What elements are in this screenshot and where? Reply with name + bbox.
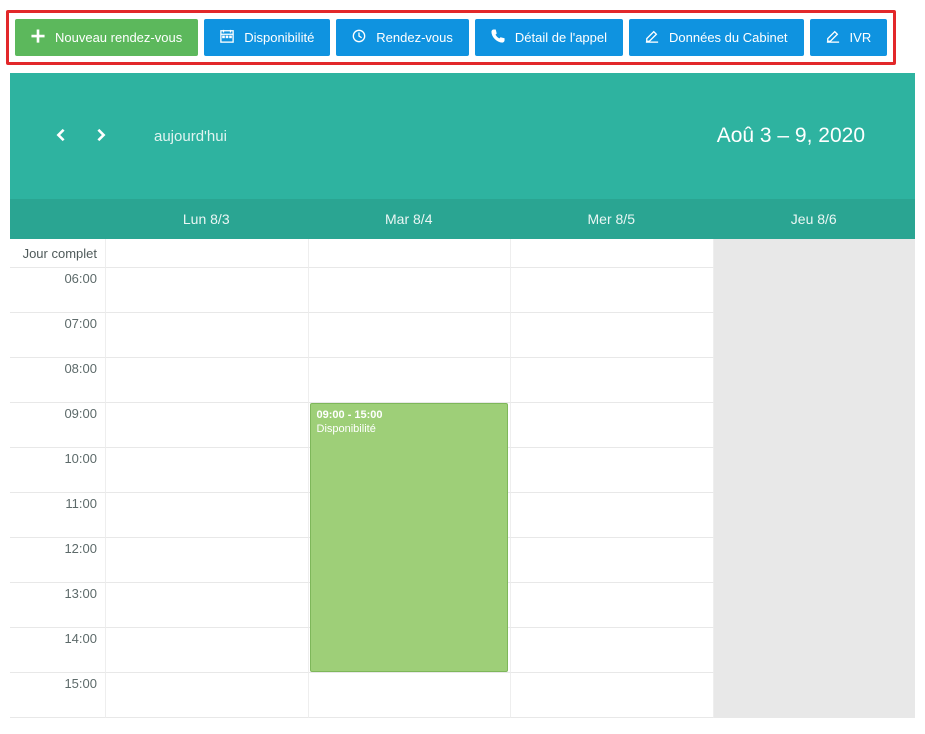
new-appointment-button[interactable]: Nouveau rendez-vous — [15, 19, 198, 56]
new-appointment-label: Nouveau rendez-vous — [55, 30, 182, 45]
allday-slot[interactable] — [510, 239, 713, 268]
allday-slot[interactable] — [308, 239, 511, 268]
hour-slot[interactable] — [510, 358, 713, 403]
hour-slot[interactable] — [510, 448, 713, 493]
day-header[interactable]: Mar 8/4 — [308, 199, 511, 239]
hour-slot — [713, 268, 916, 313]
prev-week-button[interactable] — [50, 124, 72, 149]
availability-label: Disponibilité — [244, 30, 314, 45]
cabinet-data-button[interactable]: Données du Cabinet — [629, 19, 804, 56]
hour-label: 13:00 — [10, 583, 105, 628]
hour-slot[interactable] — [510, 538, 713, 583]
hour-slot[interactable] — [510, 403, 713, 448]
event-title: Disponibilité — [317, 422, 502, 436]
hour-slot — [713, 628, 916, 673]
date-range-label: Aoû 3 – 9, 2020 — [717, 124, 865, 148]
availability-event[interactable]: 09:00 - 15:00Disponibilité — [310, 403, 509, 672]
time-gutter-header — [10, 199, 105, 239]
hour-slot[interactable] — [105, 448, 308, 493]
hour-slot[interactable] — [105, 403, 308, 448]
time-gutter: Jour complet 06:0007:0008:0009:0010:0011… — [10, 239, 105, 718]
plus-icon — [31, 29, 45, 46]
ivr-label: IVR — [850, 30, 872, 45]
allday-label: Jour complet — [10, 239, 105, 268]
hour-slot[interactable] — [510, 583, 713, 628]
calendar-header: aujourd'hui Aoû 3 – 9, 2020 — [10, 73, 915, 199]
day-header-row: Lun 8/3Mar 8/4Mer 8/5Jeu 8/6 — [10, 199, 915, 239]
today-button[interactable]: aujourd'hui — [154, 128, 227, 145]
day-columns: 09:00 - 15:00Disponibilité — [105, 239, 915, 718]
hour-slot — [713, 583, 916, 628]
calendar-container: aujourd'hui Aoû 3 – 9, 2020 Lun 8/3Mar 8… — [10, 73, 915, 718]
hour-slot[interactable] — [105, 493, 308, 538]
hour-slot[interactable] — [510, 313, 713, 358]
hour-slot[interactable] — [510, 493, 713, 538]
appointments-label: Rendez-vous — [376, 30, 453, 45]
call-detail-button[interactable]: Détail de l'appel — [475, 19, 623, 56]
ivr-button[interactable]: IVR — [810, 19, 888, 56]
edit-icon — [645, 29, 659, 46]
phone-icon — [491, 29, 505, 46]
hour-slot[interactable] — [105, 538, 308, 583]
next-week-button[interactable] — [90, 124, 112, 149]
hour-slot[interactable] — [105, 583, 308, 628]
hour-slot[interactable] — [105, 268, 308, 313]
hour-label: 11:00 — [10, 493, 105, 538]
hour-slot — [713, 403, 916, 448]
hour-label: 10:00 — [10, 448, 105, 493]
calendar-grid: Jour complet 06:0007:0008:0009:0010:0011… — [10, 239, 915, 718]
hour-slot[interactable] — [510, 268, 713, 313]
allday-slot — [713, 239, 916, 268]
calendar-nav: aujourd'hui — [50, 124, 227, 149]
hour-slot[interactable] — [510, 628, 713, 673]
hour-slot[interactable] — [308, 673, 511, 718]
hour-slot[interactable] — [105, 628, 308, 673]
hour-slot[interactable] — [308, 268, 511, 313]
hour-slot[interactable] — [510, 673, 713, 718]
hour-slot — [713, 538, 916, 583]
hour-slot[interactable] — [308, 313, 511, 358]
toolbar-highlight-box: Nouveau rendez-vous Disponibilité Rendez… — [6, 10, 896, 65]
hour-label: 06:00 — [10, 268, 105, 313]
hour-label: 07:00 — [10, 313, 105, 358]
day-column[interactable] — [510, 239, 713, 718]
hour-slot[interactable] — [105, 358, 308, 403]
clock-icon — [352, 29, 366, 46]
hour-label: 14:00 — [10, 628, 105, 673]
action-toolbar: Nouveau rendez-vous Disponibilité Rendez… — [15, 19, 887, 56]
cabinet-data-label: Données du Cabinet — [669, 30, 788, 45]
hour-slot[interactable] — [308, 358, 511, 403]
hour-slot — [713, 493, 916, 538]
calendar-icon — [220, 29, 234, 46]
day-column[interactable]: 09:00 - 15:00Disponibilité — [308, 239, 511, 718]
day-column — [713, 239, 916, 718]
hour-slot — [713, 313, 916, 358]
appointments-button[interactable]: Rendez-vous — [336, 19, 469, 56]
availability-button[interactable]: Disponibilité — [204, 19, 330, 56]
day-header[interactable]: Lun 8/3 — [105, 199, 308, 239]
hour-label: 09:00 — [10, 403, 105, 448]
hour-label: 08:00 — [10, 358, 105, 403]
hour-slot[interactable] — [105, 673, 308, 718]
hour-label: 15:00 — [10, 673, 105, 718]
hour-label: 12:00 — [10, 538, 105, 583]
day-header[interactable]: Jeu 8/6 — [713, 199, 916, 239]
hour-slot — [713, 673, 916, 718]
hour-slot[interactable] — [105, 313, 308, 358]
call-detail-label: Détail de l'appel — [515, 30, 607, 45]
event-time-label: 09:00 - 15:00 — [317, 408, 502, 422]
hour-slot — [713, 358, 916, 403]
hour-slot — [713, 448, 916, 493]
allday-slot[interactable] — [105, 239, 308, 268]
day-header[interactable]: Mer 8/5 — [510, 199, 713, 239]
edit-icon — [826, 29, 840, 46]
day-column[interactable] — [105, 239, 308, 718]
